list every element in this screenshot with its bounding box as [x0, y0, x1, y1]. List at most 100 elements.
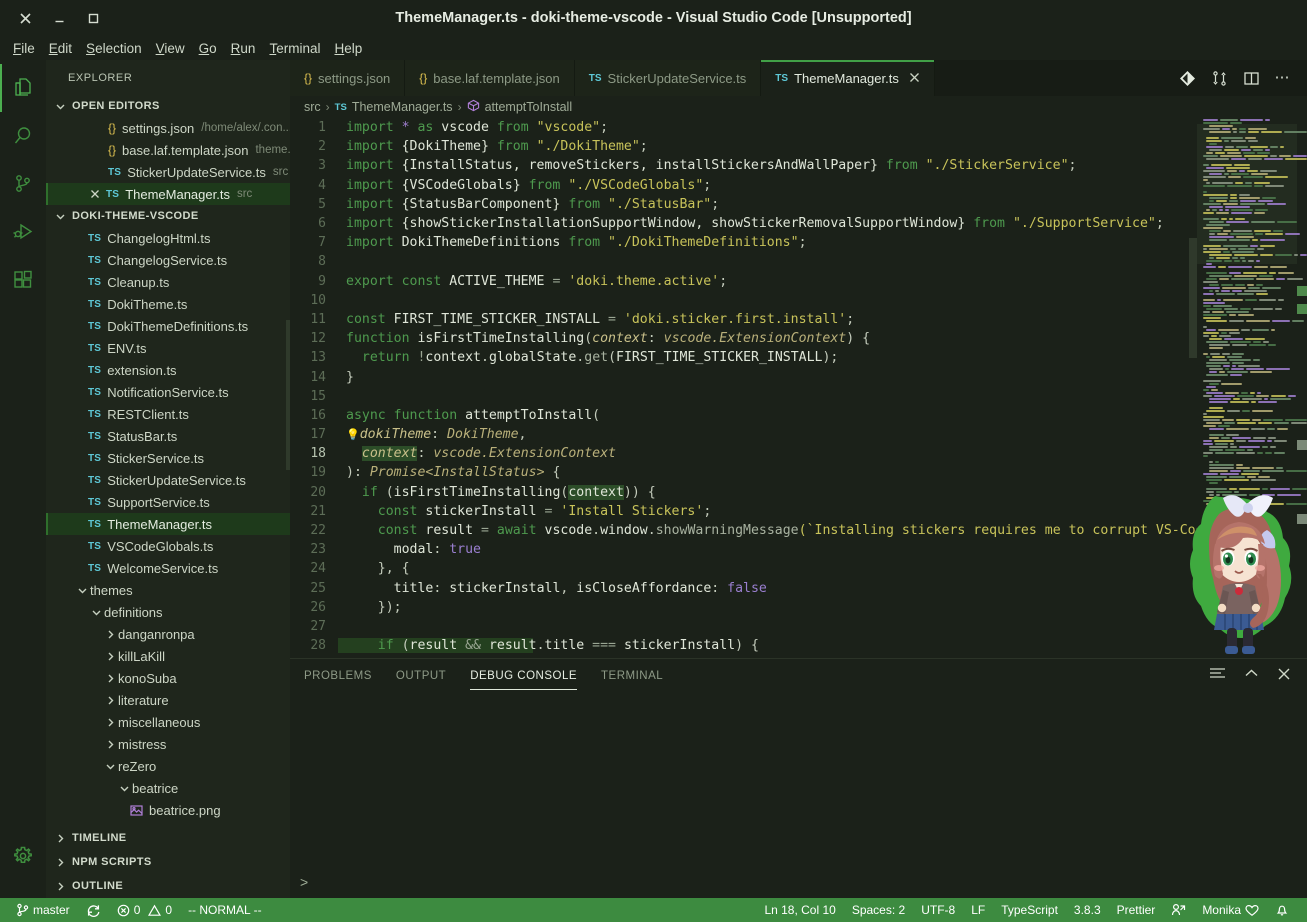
- status-doki-theme-item[interactable]: Monika: [1194, 898, 1267, 922]
- line-content[interactable]: import {InstallStatus, removeStickers, i…: [338, 158, 1307, 173]
- settings-gear-icon[interactable]: [0, 832, 46, 880]
- tree-item-vscodeglobals-ts[interactable]: TS VSCodeGlobals.ts: [46, 535, 290, 557]
- code-line[interactable]: 20 if (isFirstTimeInstalling(context)) {: [290, 483, 1307, 502]
- section-doki-theme-vscode[interactable]: DOKI-THEME-VSCODE: [46, 205, 290, 227]
- debug-console-body[interactable]: >: [290, 693, 1307, 898]
- menu-file[interactable]: File: [6, 39, 42, 58]
- code-line[interactable]: 27: [290, 617, 1307, 636]
- minimap[interactable]: [1197, 118, 1307, 658]
- open-editor-settings-json[interactable]: {} settings.json /home/alex/.con...: [46, 117, 290, 139]
- close-icon[interactable]: [909, 71, 920, 86]
- status-encoding-item[interactable]: UTF-8: [913, 898, 963, 922]
- line-content[interactable]: export const ACTIVE_THEME = 'doki.theme.…: [338, 274, 1307, 289]
- open-editor-stickerupdateservice-ts[interactable]: TS StickerUpdateService.ts src: [46, 161, 290, 183]
- editor-tab-stickerupdateservice-ts[interactable]: TS StickerUpdateService.ts: [574, 60, 762, 96]
- menu-edit[interactable]: Edit: [42, 39, 79, 58]
- section-timeline[interactable]: TIMELINE: [46, 826, 290, 850]
- line-content[interactable]: import {showStickerInstallationSupportWi…: [338, 216, 1307, 231]
- tree-item-changelogservice-ts[interactable]: TS ChangelogService.ts: [46, 249, 290, 271]
- tree-item-rezero[interactable]: reZero: [46, 755, 290, 777]
- menu-go[interactable]: Go: [192, 39, 224, 58]
- breadcrumb-src[interactable]: src: [304, 100, 321, 114]
- line-content[interactable]: });: [338, 600, 1307, 615]
- run-and-debug-icon[interactable]: [0, 208, 46, 256]
- line-content[interactable]: }, {: [338, 561, 1307, 576]
- line-content[interactable]: import * as vscode from "vscode";: [338, 120, 1307, 135]
- status-branch-item[interactable]: master: [8, 898, 78, 922]
- section-outline[interactable]: OUTLINE: [46, 874, 290, 898]
- code-line[interactable]: 14}: [290, 367, 1307, 386]
- line-content[interactable]: import {StatusBarComponent} from "./Stat…: [338, 197, 1307, 212]
- code-line[interactable]: 15: [290, 387, 1307, 406]
- code-line[interactable]: 1 import * as vscode from "vscode";: [290, 118, 1307, 137]
- source-control-icon[interactable]: [0, 160, 46, 208]
- code-line[interactable]: 11 const FIRST_TIME_STICKER_INSTALL = 'do…: [290, 310, 1307, 329]
- tree-item-cleanup-ts[interactable]: TS Cleanup.ts: [46, 271, 290, 293]
- breadcrumb[interactable]: src › TS ThemeManager.ts › attemptToInst…: [290, 96, 1307, 118]
- line-content[interactable]: const result = await vscode.window.showW…: [338, 523, 1307, 538]
- maximize-panel-icon[interactable]: [1244, 667, 1259, 685]
- editor-vertical-scrollbar[interactable]: [1189, 238, 1197, 358]
- workspace-file-list[interactable]: TS ChangelogHtml.ts TS ChangelogService.ts T…: [46, 227, 290, 821]
- code-line[interactable]: 21 const stickerInstall = 'Install Stick…: [290, 502, 1307, 521]
- code-line[interactable]: 18 context: vscode.ExtensionContext: [290, 444, 1307, 463]
- explorer-tree[interactable]: OPEN EDITORS {} settings.json /home/alex…: [46, 95, 290, 826]
- tree-item-mistress[interactable]: mistress: [46, 733, 290, 755]
- open-editor-thememanager-ts[interactable]: TS ThemeManager.ts src: [46, 183, 290, 205]
- editor-tab-base-laf-template-json[interactable]: {} base.laf.template.json: [405, 60, 575, 96]
- menu-view[interactable]: View: [149, 39, 192, 58]
- code-line[interactable]: 2 import {DokiTheme} from "./DokiTheme";: [290, 137, 1307, 156]
- source-control-diff-icon[interactable]: [1177, 68, 1197, 88]
- compare-changes-icon[interactable]: [1209, 68, 1229, 88]
- line-content[interactable]: ): Promise<InstallStatus> {: [338, 465, 1307, 480]
- tree-item-statusbar-ts[interactable]: TS StatusBar.ts: [46, 425, 290, 447]
- code-line[interactable]: 25 title: stickerInstall, isCloseAfforda…: [290, 579, 1307, 598]
- section-npm-scripts[interactable]: NPM SCRIPTS: [46, 850, 290, 874]
- code-line[interactable]: 3 import {InstallStatus, removeStickers, …: [290, 156, 1307, 175]
- search-icon[interactable]: [0, 112, 46, 160]
- line-content[interactable]: title: stickerInstall, isCloseAffordance…: [338, 581, 1307, 596]
- tree-item-konosuba[interactable]: konoSuba: [46, 667, 290, 689]
- more-actions-icon[interactable]: ⋯: [1273, 68, 1293, 88]
- tree-item-env-ts[interactable]: TS ENV.ts: [46, 337, 290, 359]
- tree-item-dokitheme-ts[interactable]: TS DokiTheme.ts: [46, 293, 290, 315]
- split-editor-icon[interactable]: [1241, 68, 1261, 88]
- code-line[interactable]: 26 });: [290, 598, 1307, 617]
- maximize-icon[interactable]: [76, 4, 110, 32]
- close-icon[interactable]: [8, 4, 42, 32]
- code-line[interactable]: 23 modal: true: [290, 540, 1307, 559]
- code-line[interactable]: 4 import {VSCodeGlobals} from "./VSCodeGl…: [290, 176, 1307, 195]
- tree-item-stickerservice-ts[interactable]: TS StickerService.ts: [46, 447, 290, 469]
- tree-item-beatrice[interactable]: beatrice: [46, 777, 290, 799]
- line-content[interactable]: context: vscode.ExtensionContext: [338, 446, 1307, 462]
- editor-tabs[interactable]: {} settings.json {} base.laf.template.json T…: [290, 60, 935, 96]
- tree-item-definitions[interactable]: definitions: [46, 601, 290, 623]
- tree-item-notificationservice-ts[interactable]: TS NotificationService.ts: [46, 381, 290, 403]
- code-content[interactable]: 1 import * as vscode from "vscode"; 2 impor…: [290, 118, 1307, 658]
- line-content[interactable]: function isFirstTimeInstalling(context: …: [338, 331, 1307, 346]
- line-content[interactable]: const FIRST_TIME_STICKER_INSTALL = 'doki…: [338, 312, 1307, 327]
- minimize-icon[interactable]: [42, 4, 76, 32]
- code-line[interactable]: 8: [290, 252, 1307, 271]
- tree-item-stickerupdateservice-ts[interactable]: TS StickerUpdateService.ts: [46, 469, 290, 491]
- tab-debug-console[interactable]: DEBUG CONSOLE: [470, 659, 577, 693]
- status-formatter-item[interactable]: Prettier: [1109, 898, 1164, 922]
- line-content[interactable]: modal: true: [338, 542, 1307, 557]
- line-content[interactable]: if (isFirstTimeInstalling(context)) {: [338, 484, 1307, 500]
- close-panel-icon[interactable]: [1277, 667, 1291, 686]
- code-line[interactable]: 16 async function attemptToInstall(: [290, 406, 1307, 425]
- code-line[interactable]: 10: [290, 291, 1307, 310]
- status-language-mode-item[interactable]: TypeScript: [993, 898, 1066, 922]
- line-content[interactable]: import {DokiTheme} from "./DokiTheme";: [338, 139, 1307, 154]
- tree-item-thememanager-ts[interactable]: TS ThemeManager.ts: [46, 513, 290, 535]
- status-notifications-item[interactable]: [1267, 898, 1297, 922]
- code-line[interactable]: 6 import {showStickerInstallationSupportW…: [290, 214, 1307, 233]
- code-line[interactable]: 12 function isFirstTimeInstalling(context…: [290, 329, 1307, 348]
- menu-terminal[interactable]: Terminal: [262, 39, 327, 58]
- tree-item-supportservice-ts[interactable]: TS SupportService.ts: [46, 491, 290, 513]
- status-live-share-item[interactable]: [1163, 898, 1194, 922]
- tree-item-welcomeservice-ts[interactable]: TS WelcomeService.ts: [46, 557, 290, 579]
- code-line[interactable]: 17 💡dokiTheme: DokiTheme,: [290, 425, 1307, 444]
- tree-item-themes[interactable]: themes: [46, 579, 290, 601]
- tree-item-danganronpa[interactable]: danganronpa: [46, 623, 290, 645]
